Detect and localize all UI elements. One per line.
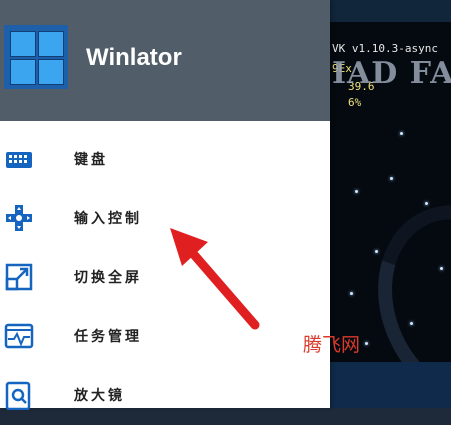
drawer-header: Winlator: [0, 0, 330, 121]
star: [390, 177, 393, 180]
game-logo-text: IAD FAT: [332, 56, 451, 91]
winlator-logo-icon: [4, 25, 68, 89]
menu-item-magnifier[interactable]: 放大镜: [0, 366, 330, 425]
star: [400, 132, 403, 135]
game-bottom-bar: [330, 362, 451, 408]
menu-item-keyboard[interactable]: 键盘: [0, 130, 330, 189]
star: [365, 342, 368, 345]
app-title: Winlator: [86, 44, 182, 71]
menu-item-label: 切换全屏: [74, 270, 142, 286]
navigation-drawer: Winlator 键盘 输入控制 切换全屏 任务管理 放大镜: [0, 0, 330, 410]
menu-item-label: 任务管理: [74, 329, 142, 345]
menu-item-label: 放大镜: [74, 388, 125, 404]
star: [425, 202, 428, 205]
menu-item-label: 输入控制: [74, 211, 142, 227]
star: [355, 190, 358, 193]
fullscreen-icon: [5, 263, 33, 291]
game-title-bar: [330, 0, 451, 22]
annotation-arrow-icon: [170, 228, 260, 330]
star: [440, 267, 443, 270]
menu-item-label: 键盘: [74, 152, 108, 168]
magnifier-icon: [5, 381, 31, 410]
star: [350, 292, 353, 295]
star: [410, 322, 413, 325]
input-controls-icon: [6, 205, 32, 231]
watermark-text: 腾飞网: [303, 334, 361, 356]
hud-line: VK v1.10.3-async: [332, 42, 438, 55]
game-screen[interactable]: VK v1.10.3-async 9Ex 39.6 6% IAD FAT: [330, 22, 451, 408]
star: [375, 250, 378, 253]
keyboard-icon: [6, 152, 32, 168]
hud-line: 6%: [348, 96, 362, 109]
task-manager-icon: [4, 323, 34, 349]
